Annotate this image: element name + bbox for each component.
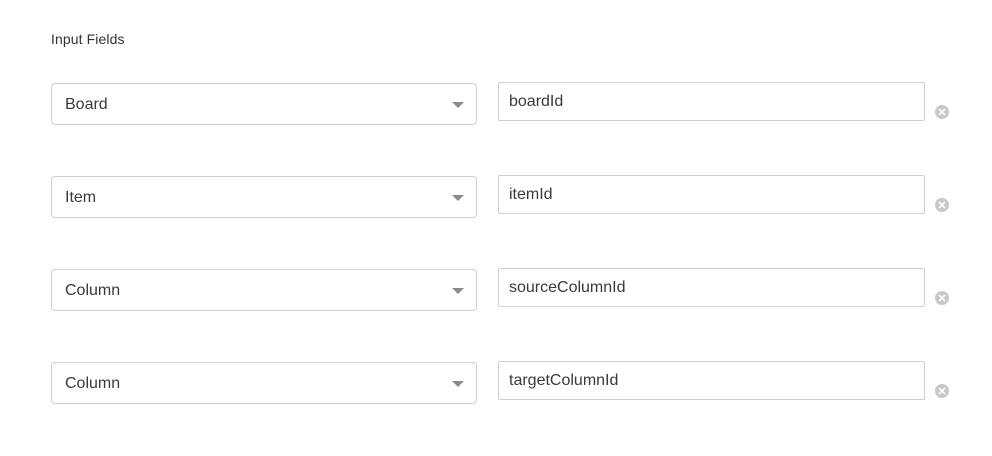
chevron-down-icon bbox=[452, 381, 464, 387]
remove-circle-icon[interactable] bbox=[935, 198, 949, 212]
select-value: Column bbox=[65, 375, 121, 392]
field-id-input[interactable] bbox=[498, 268, 925, 307]
field-type-select[interactable]: Board bbox=[51, 83, 477, 125]
field-id-input[interactable] bbox=[498, 175, 925, 214]
input-field-row: Column bbox=[0, 361, 992, 410]
chevron-down-icon bbox=[452, 288, 464, 294]
field-type-select[interactable]: Item bbox=[51, 176, 477, 218]
field-id-input[interactable] bbox=[498, 82, 925, 121]
select-value: Item bbox=[65, 189, 97, 206]
remove-circle-icon[interactable] bbox=[935, 105, 949, 119]
chevron-down-icon bbox=[452, 195, 464, 201]
field-type-select[interactable]: Column bbox=[51, 362, 477, 404]
input-field-row: Column bbox=[0, 268, 992, 317]
select-value: Board bbox=[65, 96, 108, 113]
input-field-row: Item bbox=[0, 175, 992, 224]
chevron-down-icon bbox=[452, 102, 464, 108]
remove-circle-icon[interactable] bbox=[935, 384, 949, 398]
field-type-select[interactable]: Column bbox=[51, 269, 477, 311]
select-value: Column bbox=[65, 282, 121, 299]
input-field-row: Board bbox=[0, 82, 992, 131]
section-title: Input Fields bbox=[51, 31, 125, 47]
field-id-input[interactable] bbox=[498, 361, 925, 400]
remove-circle-icon[interactable] bbox=[935, 291, 949, 305]
